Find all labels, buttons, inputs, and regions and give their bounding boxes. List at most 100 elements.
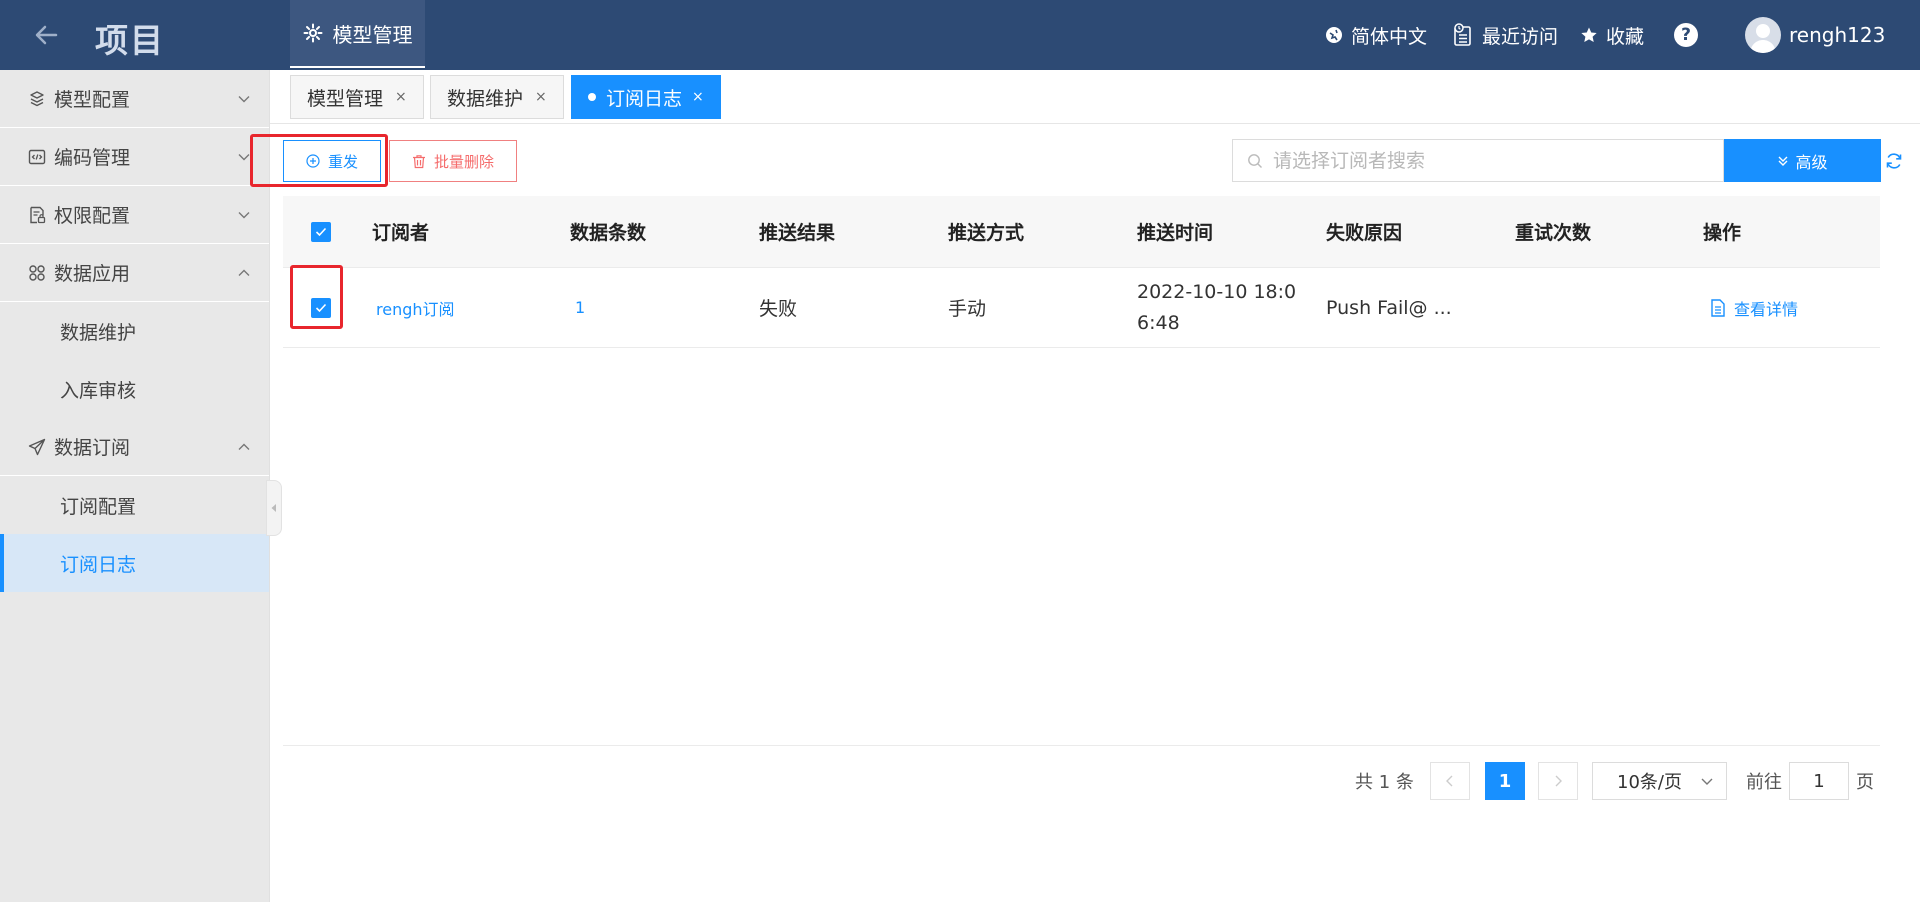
checkbox-checked-icon[interactable] <box>311 221 331 242</box>
column-header-push-result: 推送结果 <box>759 222 836 244</box>
search-input[interactable] <box>1273 149 1713 172</box>
chevron-up-icon <box>237 440 251 454</box>
chevron-left-icon <box>1445 775 1455 787</box>
sidebar-group-data-subscription[interactable]: 数据订阅 <box>0 418 269 476</box>
page-size-select[interactable]: 10条/页 <box>1592 762 1727 800</box>
sidebar-group-code-management[interactable]: 编码管理 <box>0 128 269 186</box>
help-icon: ? <box>1674 23 1698 47</box>
chevron-right-icon <box>1553 775 1563 787</box>
checkbox-checked-icon[interactable] <box>311 297 331 318</box>
paper-plane-icon <box>28 438 46 456</box>
table-row: rengh订阅 1 失败 手动 2022-10-10 18:0 6:48 Pus… <box>283 268 1880 348</box>
language-label: 简体中文 <box>1351 25 1428 48</box>
favorites[interactable]: 收藏 <box>1580 0 1644 70</box>
close-icon[interactable]: × <box>395 89 407 105</box>
subscriber-link[interactable]: rengh订阅 <box>376 296 455 320</box>
total-count: 共 1 条 <box>1355 772 1414 793</box>
column-header-retry-count: 重试次数 <box>1515 222 1592 244</box>
tab-model-management[interactable]: 模型管理 × <box>290 75 424 119</box>
app-title: 项目 <box>95 21 165 60</box>
goto-label: 前往 <box>1746 772 1782 793</box>
column-header-push-method: 推送方式 <box>948 222 1025 244</box>
view-details-button[interactable]: 查看详情 <box>1710 268 1798 347</box>
page-number-current[interactable]: 1 <box>1485 762 1525 800</box>
batch-delete-label: 批量删除 <box>433 152 494 171</box>
view-details-label: 查看详情 <box>1734 299 1799 319</box>
page-tabs: 模型管理 × 数据维护 × 订阅日志 × <box>270 70 1920 124</box>
clipboard-history-icon <box>1452 23 1474 47</box>
sidebar-item-subscription-config[interactable]: 订阅配置 <box>0 476 269 534</box>
recent-visits[interactable]: 最近访问 <box>1452 0 1558 70</box>
push-method: 手动 <box>948 298 987 320</box>
user-menu[interactable]: rengh123 <box>1745 0 1885 70</box>
page-size-label: 10条/页 <box>1617 772 1682 793</box>
chevron-down-icon <box>237 150 251 164</box>
column-header-actions: 操作 <box>1703 222 1742 244</box>
sidebar-group-label: 数据订阅 <box>54 437 131 459</box>
star-icon <box>1580 26 1598 44</box>
row-select[interactable] <box>311 268 331 347</box>
sidebar-group-model-config[interactable]: 模型配置 <box>0 70 269 128</box>
permission-doc-icon <box>28 206 46 224</box>
sidebar-group-label: 模型配置 <box>54 89 131 111</box>
tab-data-maintenance[interactable]: 数据维护 × <box>430 75 564 119</box>
next-page-button[interactable] <box>1538 762 1578 800</box>
cube-stack-icon <box>28 90 46 108</box>
recent-label: 最近访问 <box>1482 25 1559 48</box>
language-switch[interactable]: 简体中文 <box>1325 0 1427 70</box>
column-header-subscriber: 订阅者 <box>372 222 430 244</box>
fail-reason: Push Fail@ ... <box>1326 296 1452 319</box>
tab-label: 订阅日志 <box>606 87 683 110</box>
push-result: 失败 <box>759 298 798 320</box>
active-dot-icon <box>588 93 596 101</box>
sidebar-item-data-maintenance[interactable]: 数据维护 <box>0 302 269 360</box>
column-header-fail-reason: 失败原因 <box>1326 222 1403 244</box>
sidebar-group-data-application[interactable]: 数据应用 <box>0 244 269 302</box>
tab-label: 数据维护 <box>447 87 524 110</box>
push-time: 2022-10-10 18:0 6:48 <box>1137 268 1297 347</box>
resend-label: 重发 <box>327 152 358 171</box>
sidebar-group-label: 编码管理 <box>54 147 131 169</box>
page-suffix: 页 <box>1856 772 1874 793</box>
subscriber-search <box>1232 139 1724 182</box>
sidebar-group-label: 数据应用 <box>54 263 131 285</box>
close-icon[interactable]: × <box>535 89 547 105</box>
globe-icon <box>1325 26 1343 44</box>
goto-page-input[interactable] <box>1789 762 1849 800</box>
nav-tab-model-management[interactable]: 模型管理 <box>290 0 425 68</box>
tab-subscription-log[interactable]: 订阅日志 × <box>571 75 721 119</box>
grid-apps-icon <box>28 264 46 282</box>
chevron-down-icon <box>237 92 251 106</box>
close-icon[interactable]: × <box>692 89 704 105</box>
sidebar-item-subscription-log[interactable]: 订阅日志 <box>0 534 269 592</box>
column-header-data-count: 数据条数 <box>570 222 647 244</box>
caret-left-icon <box>270 503 278 513</box>
username: rengh123 <box>1789 23 1886 47</box>
header-select-all[interactable] <box>311 196 331 267</box>
push-time-line-1: 2022-10-10 18:0 <box>1137 280 1297 303</box>
sidebar-group-label: 权限配置 <box>54 205 131 227</box>
double-chevron-down-icon <box>1777 155 1789 167</box>
sidebar: 模型配置 编码管理 权限配置 数据应用 数据维护 入库审核 数据订阅 订阅配置 … <box>0 70 270 902</box>
plus-circle-icon <box>306 154 320 168</box>
sidebar-item-storage-review[interactable]: 入库审核 <box>0 360 269 418</box>
resend-button[interactable]: 重发 <box>283 140 381 182</box>
gear-icon <box>303 23 323 43</box>
nav-tab-label: 模型管理 <box>332 22 413 47</box>
search-icon <box>1247 153 1263 169</box>
sidebar-group-permission-config[interactable]: 权限配置 <box>0 186 269 244</box>
column-header-push-time: 推送时间 <box>1137 222 1214 244</box>
data-count-link[interactable]: 1 <box>575 298 585 317</box>
back-arrow-icon[interactable] <box>30 18 64 52</box>
help-button[interactable]: ? <box>1674 0 1698 70</box>
favorites-label: 收藏 <box>1606 25 1645 48</box>
table-header: 订阅者 数据条数 推送结果 推送方式 推送时间 失败原因 重试次数 操作 <box>283 196 1880 268</box>
refresh-icon[interactable] <box>1885 152 1903 170</box>
sidebar-collapse-handle[interactable] <box>266 480 282 536</box>
tab-label: 模型管理 <box>307 87 384 110</box>
top-bar: 项目 模型管理 简体中文 最近访问 收藏 ? rengh123 <box>0 0 1920 70</box>
prev-page-button[interactable] <box>1430 762 1470 800</box>
advanced-search-button[interactable]: 高级 <box>1724 139 1881 182</box>
chevron-down-icon <box>237 208 251 222</box>
batch-delete-button[interactable]: 批量删除 <box>389 140 517 182</box>
